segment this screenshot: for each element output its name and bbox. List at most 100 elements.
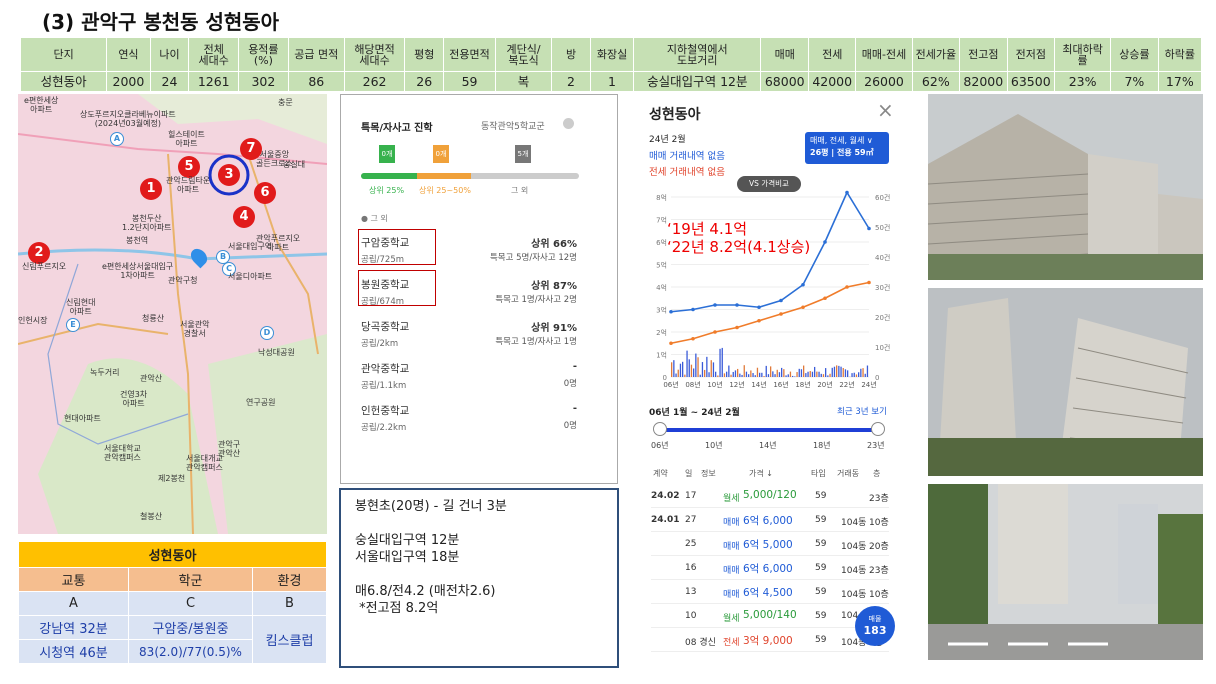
- volume-bar: [734, 370, 737, 377]
- note-line: 봉현초(20명) - 길 건너 3분: [355, 499, 507, 514]
- volume-bar: [840, 366, 842, 377]
- deal-dong: 104동: [841, 542, 867, 552]
- filter-badge[interactable]: 매매, 전세, 월세 ∨ 26평 | 전용 59㎡: [805, 132, 889, 164]
- info-header-4: 용적률 (%): [238, 37, 289, 72]
- map-pin-5[interactable]: 5: [178, 156, 200, 178]
- listing-count-button[interactable]: 매물 183: [855, 606, 895, 646]
- deal-row[interactable]: 25 매매 6억 5,000 59 104동 20층: [651, 532, 889, 556]
- volume-bar: [754, 375, 756, 377]
- volume-bar: [847, 370, 849, 377]
- volume-bar: [785, 375, 787, 377]
- volume-bar: [803, 365, 805, 377]
- info-table: 단지 연식 나이 전체 세대수 용적률 (%) 공급 면적 해당면적 세대수 평형 전용면적 계단…: [19, 37, 1203, 92]
- deal-area: 59: [815, 515, 827, 525]
- flag-top25: 0개: [379, 145, 395, 163]
- deal-col-header[interactable]: 층: [873, 468, 880, 479]
- data-point: [757, 318, 761, 323]
- map-label: 신림현대 아파트: [66, 298, 96, 316]
- annotation-2022: ‘22년 8.2억(4.1상승): [667, 238, 811, 256]
- deal-dong: 104동: [841, 518, 867, 528]
- deal-floor: 10층: [869, 518, 889, 528]
- slider-handle-right[interactable]: [871, 422, 885, 436]
- school-detail: 특목고 1명/자사고 2명: [495, 295, 577, 305]
- y-tick-left: 2억: [656, 329, 667, 337]
- map-label: 서울대학교 관악캠퍼스: [104, 444, 141, 462]
- deal-col-header[interactable]: 일: [685, 468, 692, 479]
- volume-bar: [743, 365, 745, 377]
- volume-bar: [761, 372, 763, 377]
- volume-bar: [726, 371, 728, 377]
- volume-bar: [717, 375, 719, 377]
- map-pin-2[interactable]: 2: [28, 242, 50, 264]
- school-row[interactable]: 관악중학교 공립/1.1km - 0명: [361, 361, 577, 391]
- deal-row[interactable]: 24.01 27 매매 6억 6,000 59 104동 10층: [651, 508, 889, 532]
- deal-col-header[interactable]: 정보: [701, 468, 716, 479]
- volume-bar: [763, 376, 765, 377]
- close-icon[interactable]: ×: [877, 98, 894, 122]
- map-label: 낙성대공원: [258, 348, 295, 357]
- data-point: [845, 190, 849, 195]
- volume-bar: [778, 372, 781, 377]
- volume-bar: [805, 373, 807, 377]
- map-marker-a[interactable]: A: [110, 132, 124, 146]
- deal-price: 5,000/120: [743, 489, 797, 501]
- map[interactable]: 1 2 3 4 5 6 7 A B C D E e편한세상 아파트 상도푸르지오클…: [18, 94, 327, 534]
- map-pin-4[interactable]: 4: [233, 206, 255, 228]
- volume-bar: [693, 368, 695, 377]
- deal-row[interactable]: 24.02 17 월세 5,000/120 59 23층: [651, 484, 889, 508]
- info-value-13: 68000: [760, 71, 809, 92]
- deal-col-header[interactable]: 계약: [653, 468, 668, 479]
- volume-bar: [825, 368, 827, 377]
- map-pin-1[interactable]: 1: [140, 178, 162, 200]
- school-rank: 상위 87%: [531, 281, 577, 292]
- map-marker-e[interactable]: E: [66, 318, 80, 332]
- deal-row[interactable]: 08 경신전세3억 9,00059104동7층: [651, 628, 889, 652]
- data-point: [867, 280, 871, 285]
- range-slider[interactable]: [659, 428, 879, 432]
- map-label: 서울디아파트: [228, 272, 273, 281]
- deal-row[interactable]: 16 매매 6억 6,000 59 104동 23층: [651, 556, 889, 580]
- summary-grade-traffic: A: [18, 591, 129, 616]
- deal-col-header[interactable]: 거래동: [837, 468, 859, 479]
- deal-col-header[interactable]: 가격 ↓: [749, 468, 773, 479]
- deal-day: 13: [685, 587, 697, 597]
- map-pin-6[interactable]: 6: [254, 182, 276, 204]
- volume-bar: [752, 373, 754, 377]
- volume-bar: [706, 356, 708, 377]
- deal-row[interactable]: 10 월세 5,000/140 59 104: [651, 604, 889, 628]
- highlight-box-2: [358, 270, 436, 306]
- map-pin-3[interactable]: 3: [218, 164, 240, 186]
- deal-type: 월세: [723, 614, 740, 624]
- deal-row[interactable]: 13 매매 6억 4,500 59 104동 10층: [651, 580, 889, 604]
- volume-bar: [710, 360, 712, 377]
- deal-col-header[interactable]: 타입: [811, 468, 826, 479]
- map-marker-d[interactable]: D: [260, 326, 274, 340]
- data-point: [669, 341, 673, 346]
- y-tick-left: 4억: [656, 284, 667, 292]
- flag-other: 5개: [515, 145, 531, 163]
- map-label: 철봉산: [140, 512, 163, 521]
- school-tab-label[interactable]: 특목/자사고 진학: [361, 119, 433, 134]
- info-icon[interactable]: [563, 118, 574, 129]
- volume-bar: [695, 353, 697, 377]
- volume-bar: [684, 374, 686, 377]
- school-row[interactable]: 당곡중학교 공립/2km 상위 91% 특목고 1명/자사고 1명: [361, 319, 577, 349]
- volume-bar: [851, 373, 853, 377]
- data-point: [735, 303, 739, 307]
- info-header-6: 해당면적 세대수: [343, 37, 406, 72]
- info-header-11: 화장실: [589, 37, 635, 72]
- school-rank: -: [572, 361, 577, 372]
- flag-label-3: 그 외: [511, 186, 529, 195]
- y-tick-right: 50건: [875, 223, 890, 232]
- note-line: 매6.8/전4.2 (매전차2.6): [355, 584, 496, 599]
- recent-3y-link[interactable]: 최근 3년 보기: [837, 405, 887, 417]
- y-tick-left: 3억: [656, 307, 667, 315]
- volume-bar: [783, 369, 785, 377]
- note-line: [355, 515, 603, 532]
- info-header-9: 계단식/ 복도식: [494, 37, 553, 72]
- page-title: (3) 관악구 봉천동 성현동아: [42, 10, 280, 34]
- deal-day: 08 경신: [685, 638, 716, 648]
- x-tick: 18년: [795, 380, 810, 389]
- slider-handle-left[interactable]: [653, 422, 667, 436]
- school-row[interactable]: 인헌중학교 공립/2.2km - 0명: [361, 403, 577, 433]
